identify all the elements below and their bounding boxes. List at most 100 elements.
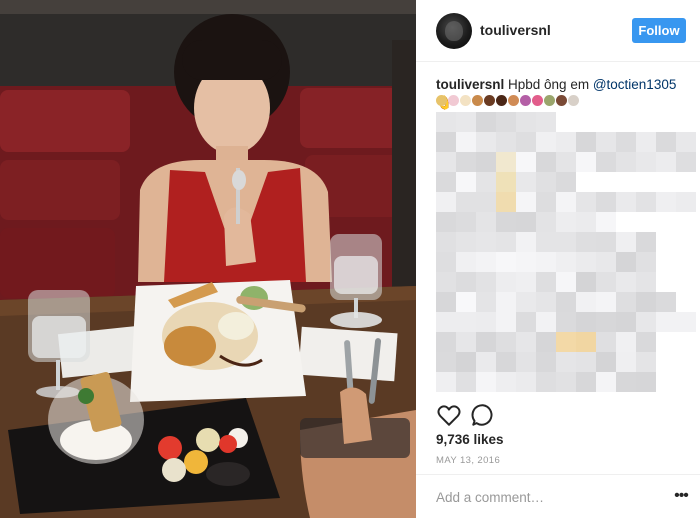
pixel-block <box>476 252 496 272</box>
pixel-block <box>476 372 496 392</box>
pixel-block <box>516 332 536 352</box>
pixel-block <box>496 192 516 212</box>
pixel-block <box>456 232 476 252</box>
comment-icon[interactable] <box>470 402 496 428</box>
pixel-block <box>456 252 476 272</box>
pixel-block <box>596 132 616 152</box>
pixel-block <box>656 152 676 172</box>
action-bar <box>416 398 700 432</box>
pixel-block <box>576 192 596 212</box>
pixel-block <box>636 132 656 152</box>
pixel-block <box>576 272 596 292</box>
popsicle-icon <box>556 95 567 106</box>
pixel-block <box>576 252 596 272</box>
pixel-block <box>556 252 576 272</box>
pixel-block <box>476 272 496 292</box>
pixel-block <box>656 292 676 312</box>
pixel-block <box>476 132 496 152</box>
pixel-block <box>636 332 656 352</box>
heart-icon[interactable] <box>436 402 462 428</box>
caption-mention[interactable]: @toctien1305 <box>593 77 677 92</box>
pixel-block <box>436 232 456 252</box>
cake-icon <box>472 95 483 106</box>
caption-emoji-row <box>436 94 579 108</box>
pixel-block <box>516 132 536 152</box>
pixel-block <box>676 152 696 172</box>
pixel-block <box>436 132 456 152</box>
post-side-panel: touliversnl Follow touliversnl Hpbd ông … <box>416 0 700 518</box>
pixel-block <box>496 252 516 272</box>
more-options-button[interactable]: ••• <box>672 485 690 507</box>
pixel-block <box>516 112 536 132</box>
pixel-block <box>556 232 576 252</box>
avatar-image <box>445 21 463 41</box>
pixel-block <box>596 252 616 272</box>
pixel-block <box>596 372 616 392</box>
comment-input[interactable] <box>436 487 656 507</box>
username-link[interactable]: touliversnl <box>480 22 551 38</box>
pixel-block <box>456 312 476 332</box>
pixel-block <box>456 372 476 392</box>
pixel-block <box>556 132 576 152</box>
pixel-block <box>596 232 616 252</box>
likes-count[interactable]: 9,736 likes <box>436 432 504 447</box>
pixel-block <box>476 152 496 172</box>
birthday-cake-icon <box>460 95 471 106</box>
pixel-block <box>436 352 456 372</box>
pixel-block <box>516 272 536 292</box>
pixel-block <box>516 252 536 272</box>
pixel-block <box>656 192 676 212</box>
pixel-block <box>476 192 496 212</box>
pixel-block <box>496 312 516 332</box>
pixel-block <box>556 312 576 332</box>
pixel-block <box>636 372 656 392</box>
pixel-block <box>576 372 596 392</box>
pixel-block <box>616 232 636 252</box>
pixel-block <box>496 212 516 232</box>
pixel-block <box>516 172 536 192</box>
pixel-block <box>596 192 616 212</box>
pixel-block <box>496 292 516 312</box>
pixel-block <box>476 352 496 372</box>
pixel-block <box>676 312 696 332</box>
pixel-block <box>436 372 456 392</box>
pixel-block <box>496 372 516 392</box>
pixel-block <box>516 192 536 212</box>
pixel-block <box>616 372 636 392</box>
pixel-block <box>576 312 596 332</box>
pixel-block <box>596 292 616 312</box>
pixel-block <box>476 292 496 312</box>
pixel-block <box>636 152 656 172</box>
pixel-block <box>576 292 596 312</box>
pixel-block <box>636 272 656 292</box>
pixel-block <box>496 272 516 292</box>
pixel-block <box>436 292 456 312</box>
candy-icon <box>520 95 531 106</box>
pixel-block <box>516 212 536 232</box>
pixel-block <box>536 352 556 372</box>
pixel-block <box>616 332 636 352</box>
pixel-block <box>496 132 516 152</box>
ice-cream-icon <box>544 95 555 106</box>
pixel-block <box>496 232 516 252</box>
pixel-block <box>556 292 576 312</box>
pixel-block <box>596 272 616 292</box>
avatar[interactable] <box>436 13 472 49</box>
follow-button[interactable]: Follow <box>632 18 686 43</box>
pixel-block <box>536 292 556 312</box>
pixel-block <box>556 332 576 352</box>
pixel-block <box>496 112 516 132</box>
pixel-block <box>536 112 556 132</box>
pixel-block <box>456 172 476 192</box>
caption-username[interactable]: touliversnl <box>436 77 504 92</box>
pixel-block <box>536 152 556 172</box>
caption-text: Hpbd ông em <box>504 77 593 92</box>
pixel-block <box>616 312 636 332</box>
pixel-block <box>596 152 616 172</box>
pixel-block <box>476 312 496 332</box>
post-photo[interactable] <box>0 0 416 518</box>
pixel-block <box>596 332 616 352</box>
pixel-block <box>556 372 576 392</box>
pixel-block <box>516 232 536 252</box>
pixel-block <box>456 152 476 172</box>
